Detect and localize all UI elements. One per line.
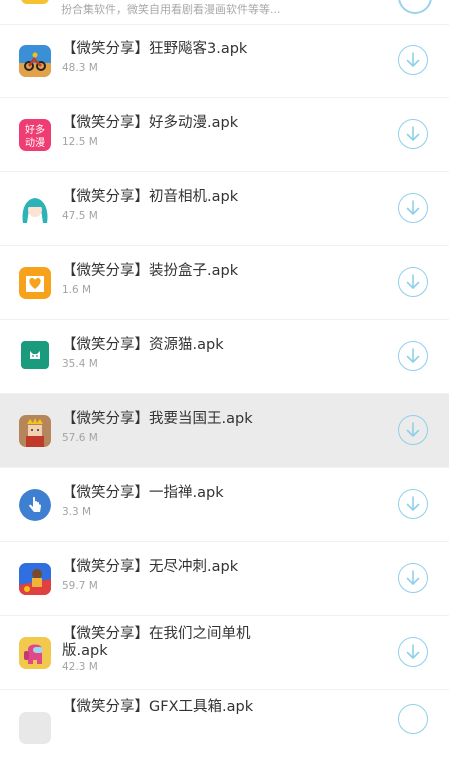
download-button[interactable] — [398, 341, 428, 371]
list-item[interactable]: 【微笑分享】在我们之间单机版.apk 42.3 M — [0, 616, 449, 690]
file-name: 【微笑分享】资源猫.apk — [62, 337, 224, 353]
file-name: 【微笑分享】我要当国王.apk — [62, 411, 253, 427]
file-size: 12.5 M — [62, 136, 98, 148]
endless-run-icon — [19, 563, 51, 595]
file-size: 57.6 M — [62, 432, 98, 444]
download-arrow-icon — [406, 126, 420, 141]
download-arrow-icon — [406, 570, 420, 585]
download-arrow-icon — [406, 274, 420, 289]
file-name: 【微笑分享】在我们之间单机版.apk — [62, 626, 251, 659]
file-size: 1.6 M — [62, 284, 92, 296]
file-name: 【微笑分享】好多动漫.apk — [62, 115, 239, 131]
download-arrow-icon — [406, 496, 420, 511]
list-item[interactable]: 【微笑分享】装扮盒子.apk 1.6 M — [0, 246, 449, 320]
file-size: 47.5 M — [62, 210, 98, 222]
among-us-icon — [19, 637, 51, 669]
svg-text:好多: 好多 — [25, 123, 45, 136]
download-button[interactable] — [398, 267, 428, 297]
app-icon — [21, 0, 49, 4]
file-size: 3.3 M — [62, 506, 92, 518]
file-size: 42.3 M — [62, 661, 98, 673]
file-name: 【微笑分享】狂野飚客3.apk — [62, 41, 248, 57]
file-list: 【微笑分享】狂野飚客3.apk 48.3 M 好多 动漫 【微笑分享】好多动漫.… — [0, 24, 449, 764]
download-button[interactable] — [398, 119, 428, 149]
download-arrow-icon — [406, 52, 420, 67]
motorbike-game-icon — [19, 45, 51, 77]
previous-list-item[interactable]: 扮合集软件，微笑自用看剧看漫画软件等等... — [0, 0, 449, 25]
download-arrow-icon — [406, 422, 420, 437]
list-item[interactable]: 【微笑分享】狂野飚客3.apk 48.3 M — [0, 24, 449, 98]
svg-text:动漫: 动漫 — [25, 137, 45, 149]
file-name: 【微笑分享】初音相机.apk — [62, 189, 239, 205]
download-button[interactable] — [398, 415, 428, 445]
file-size: 59.7 M — [62, 580, 98, 592]
file-size: 35.4 M — [62, 358, 98, 370]
file-name: 【微笑分享】一指禅.apk — [62, 485, 224, 501]
finger-tap-icon — [19, 489, 51, 521]
download-arrow-icon — [406, 348, 420, 363]
download-button[interactable] — [398, 0, 432, 14]
list-item[interactable]: 【微笑分享】GFX工具箱.apk — [0, 690, 449, 764]
item-description: 扮合集软件，微笑自用看剧看漫画软件等等... — [61, 3, 281, 16]
list-item[interactable]: 【微笑分享】资源猫.apk 35.4 M — [0, 320, 449, 394]
download-button[interactable] — [398, 637, 428, 667]
file-name: 【微笑分享】无尽冲刺.apk — [62, 559, 239, 575]
download-button[interactable] — [398, 704, 428, 734]
hatsune-miku-icon — [19, 193, 51, 225]
gfx-tool-icon — [19, 712, 51, 744]
download-arrow-icon — [406, 200, 420, 215]
download-button[interactable] — [398, 45, 428, 75]
list-item[interactable]: 【微笑分享】初音相机.apk 47.5 M — [0, 172, 449, 246]
file-size: 48.3 M — [62, 62, 98, 74]
download-button[interactable] — [398, 193, 428, 223]
file-name: 【微笑分享】装扮盒子.apk — [62, 263, 239, 279]
file-name: 【微笑分享】GFX工具箱.apk — [62, 699, 254, 715]
list-item[interactable]: 【微笑分享】无尽冲刺.apk 59.7 M — [0, 542, 449, 616]
list-item[interactable]: 好多 动漫 【微笑分享】好多动漫.apk 12.5 M — [0, 98, 449, 172]
download-button[interactable] — [398, 563, 428, 593]
cat-icon — [21, 341, 49, 369]
haoduo-dongman-icon: 好多 动漫 — [19, 119, 51, 151]
download-button[interactable] — [398, 489, 428, 519]
list-item[interactable]: 【微笑分享】一指禅.apk 3.3 M — [0, 468, 449, 542]
heart-box-icon — [19, 267, 51, 299]
king-game-icon — [19, 415, 51, 447]
download-arrow-icon — [406, 644, 420, 659]
list-item[interactable]: 【微笑分享】我要当国王.apk 57.6 M — [0, 394, 449, 468]
